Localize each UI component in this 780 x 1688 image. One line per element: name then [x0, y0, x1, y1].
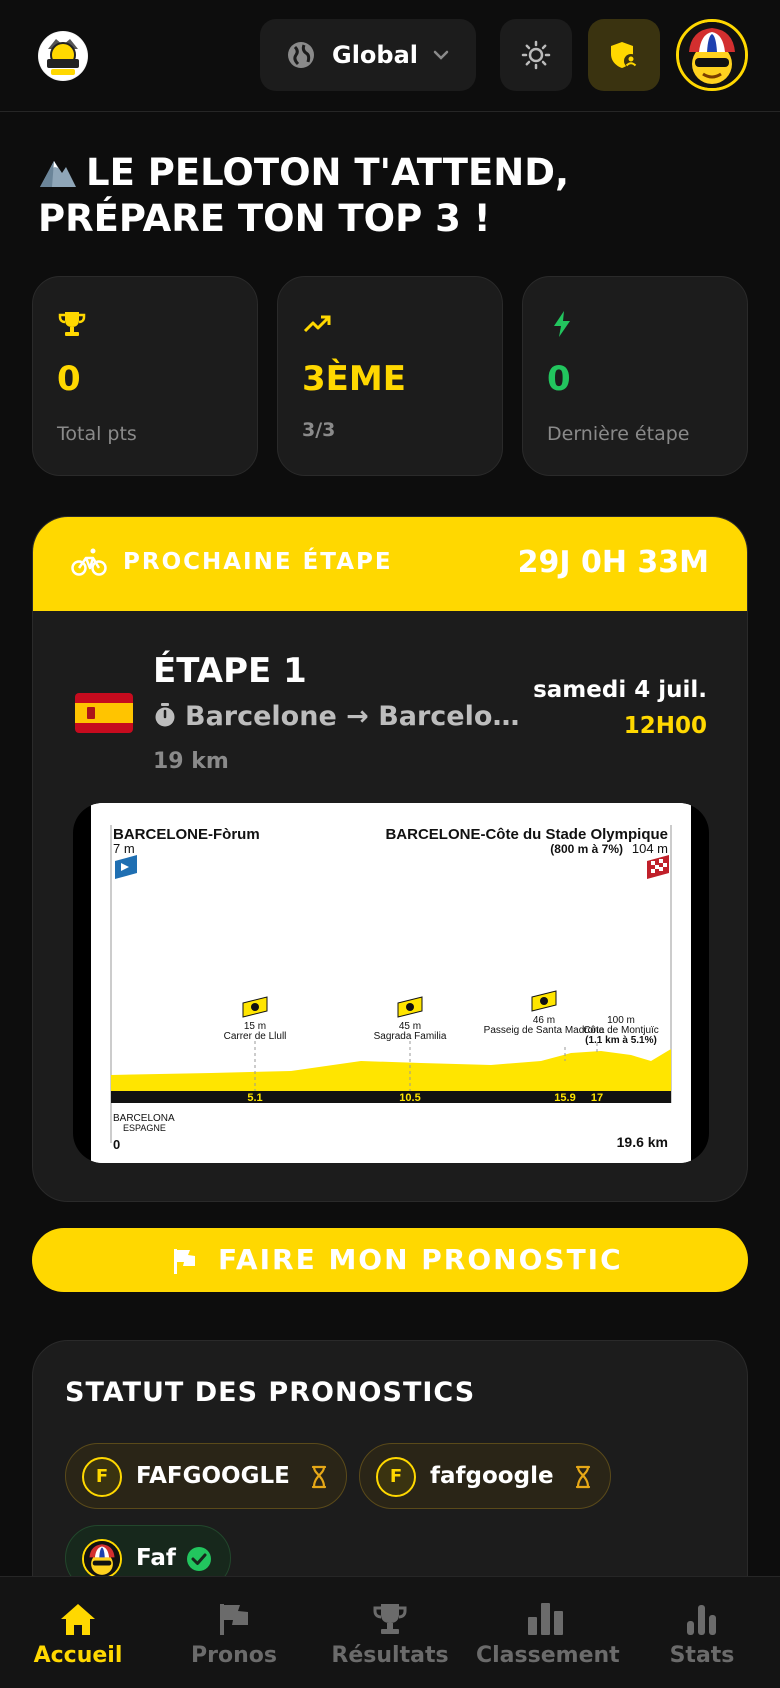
app-root: Global LE PELOTON T'ATTEND, PRÉPARE TON …: [0, 0, 780, 1688]
nav-item-resultats[interactable]: Résultats: [320, 1577, 460, 1688]
stat-value: 0: [57, 359, 81, 399]
status-chip-pending[interactable]: F fafgoogle: [359, 1443, 611, 1509]
stat-card-total-points: 0 Total pts: [32, 276, 258, 476]
status-user-name: FAFGOOGLE: [136, 1463, 290, 1489]
profile-start-alt: 7 m: [113, 841, 135, 856]
trophy-icon: [373, 1604, 407, 1634]
stage-profile: BARCELONE-Fòrum 7 m BARCELONE-Côte du St…: [73, 803, 709, 1163]
nav-item-pronos[interactable]: Pronos: [174, 1577, 294, 1688]
stat-value: 3ÈME: [302, 359, 406, 399]
flag-icon: [174, 1249, 195, 1274]
user-initial-avatar: F: [82, 1457, 122, 1497]
user-initial-avatar: F: [376, 1457, 416, 1497]
stage-time: 12H00: [623, 713, 707, 739]
region-label: Global: [332, 41, 419, 69]
nav-item-accueil[interactable]: Accueil: [18, 1577, 138, 1688]
user-avatar: [82, 1539, 122, 1579]
profile-point-detail: (1.1 km à 5.1%): [585, 1035, 657, 1046]
bar-chart-icon: [528, 1603, 563, 1635]
chevron-down-icon: [433, 50, 449, 60]
stage-profile-image: BARCELONE-Fòrum 7 m BARCELONE-Côte du St…: [91, 803, 691, 1163]
flag-icon: [220, 1604, 248, 1635]
profile-finish-detail: (800 m à 7%): [550, 842, 623, 856]
status-title: STATUT DES PRONOSTICS: [65, 1377, 476, 1408]
trophy-icon: [58, 312, 86, 336]
stage-title: ÉTAPE 1: [153, 651, 307, 691]
stat-card-last-stage: 0 Dernière étape: [522, 276, 748, 476]
shield-user-icon: [611, 42, 638, 68]
profile-finish-name: BARCELONE-Côte du Stade Olympique: [385, 826, 668, 843]
region-selector[interactable]: Global: [260, 19, 476, 91]
next-stage-card[interactable]: PROCHAINE ÉTAPE 29J 0H 33M ÉTAPE 1 Barce…: [32, 516, 748, 1202]
stage-date: samedi 4 juil.: [533, 677, 707, 703]
stage-route: Barcelone → Barcelone: [153, 701, 523, 732]
spain-flag-icon: [75, 693, 133, 733]
nav-label: Résultats: [331, 1643, 449, 1668]
make-prediction-label: FAIRE MON PRONOSTIC: [218, 1243, 623, 1276]
make-prediction-button[interactable]: FAIRE MON PRONOSTIC: [32, 1228, 748, 1292]
stage-distance: 19 km: [153, 749, 229, 774]
profile-km-3: 15.9: [554, 1092, 575, 1104]
profile-start-name: BARCELONE-Fòrum: [113, 826, 260, 843]
stopwatch-icon: [155, 703, 175, 727]
nav-label: Pronos: [191, 1643, 277, 1668]
check-circle-icon: [186, 1547, 211, 1571]
admin-shield-button[interactable]: [588, 19, 660, 91]
nav-item-stats[interactable]: Stats: [642, 1577, 762, 1688]
stat-label: Dernière étape: [547, 423, 690, 445]
stage-route-text: Barcelone → Barcelone: [185, 701, 523, 732]
status-user-name: fafgoogle: [430, 1463, 554, 1489]
profile-point-name: Sagrada Familia: [374, 1031, 447, 1042]
nav-label: Accueil: [33, 1643, 123, 1668]
trending-up-icon: [303, 315, 331, 333]
nav-item-classement[interactable]: Classement: [476, 1577, 620, 1688]
home-icon: [61, 1604, 95, 1635]
next-stage-header: PROCHAINE ÉTAPE 29J 0H 33M: [33, 517, 747, 611]
next-stage-label: PROCHAINE ÉTAPE: [123, 549, 393, 575]
profile-finish-alt: 104 m: [632, 841, 668, 856]
stat-label: Total pts: [57, 423, 137, 445]
profile-km-total: 19.6 km: [617, 1134, 668, 1150]
user-avatar-button[interactable]: [676, 19, 748, 91]
countdown: 29J 0H 33M: [517, 545, 709, 580]
globe-icon: [288, 42, 314, 68]
nav-label: Classement: [476, 1643, 620, 1668]
profile-km-2: 10.5: [399, 1092, 420, 1104]
bottom-navigation: Accueil Pronos Résultats Classement Stat…: [0, 1576, 780, 1688]
mountain-icon: [40, 161, 76, 187]
theme-toggle-button[interactable]: [500, 19, 572, 91]
hourglass-icon: [311, 1465, 326, 1489]
status-chip-pending[interactable]: F FAFGOOGLE: [65, 1443, 347, 1509]
hourglass-icon: [575, 1465, 590, 1489]
profile-origin-country: ESPAGNE: [123, 1123, 166, 1133]
top-bar: Global: [0, 0, 780, 112]
profile-km-start: 0: [113, 1137, 120, 1152]
stats-icon: [687, 1605, 716, 1635]
profile-point-name: Carrer de Llull: [224, 1031, 287, 1042]
prono-tour-logo-icon[interactable]: [38, 31, 88, 81]
hero-title-text: LE PELOTON T'ATTEND, PRÉPARE TON TOP 3 !: [38, 151, 570, 240]
stat-card-rank: 3ÈME 3/3: [277, 276, 503, 476]
lightning-icon: [554, 311, 570, 337]
bicycle-icon: [71, 548, 107, 576]
stat-label: 3/3: [302, 419, 336, 441]
status-user-name: Faf: [136, 1545, 176, 1571]
profile-km-4: 17: [591, 1092, 603, 1104]
stat-value: 0: [547, 359, 571, 399]
page-title: LE PELOTON T'ATTEND, PRÉPARE TON TOP 3 !: [38, 150, 738, 242]
sun-icon: [521, 40, 551, 70]
profile-km-1: 5.1: [247, 1092, 262, 1104]
nav-label: Stats: [669, 1643, 735, 1668]
cyclist-emoji-avatar: [679, 22, 745, 88]
